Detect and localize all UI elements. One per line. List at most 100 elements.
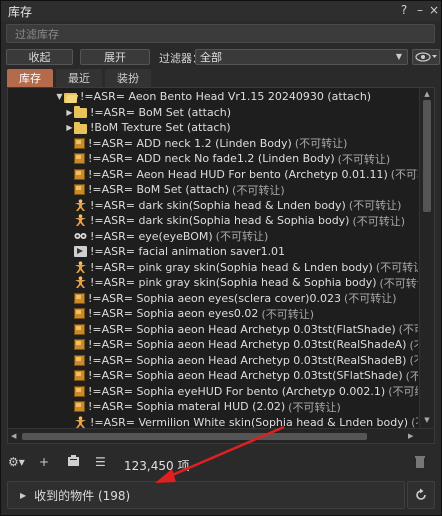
object-icon xyxy=(74,354,85,366)
tree-item[interactable]: !=ASR= dark skin(Sophia head & Lnden bod… xyxy=(8,198,418,213)
tree-item-label: !=ASR= ADD neck 1.2 (Linden Body) xyxy=(88,136,292,150)
collapse-triangle-icon[interactable]: ▼ xyxy=(55,92,64,101)
tree-item[interactable]: !=ASR= Sophia aeon Head Archetyp 0.03tst… xyxy=(8,368,418,383)
tree-item-label: !=ASR= BoM Set (attach) xyxy=(90,105,232,119)
body-part-icon xyxy=(74,415,87,429)
object-icon xyxy=(74,385,85,397)
permission-note: (不可转让) xyxy=(411,416,418,428)
view-options-button[interactable] xyxy=(412,49,440,65)
permission-note: (不可转让) xyxy=(261,307,315,321)
tree-item[interactable]: !=ASR= BoM Set (attach) (不可转让) xyxy=(8,182,418,197)
object-icon xyxy=(74,184,85,195)
inventory-tree-panel: ▼ !=ASR= Aeon Bento Head Vr1.15 20240930 … xyxy=(7,87,435,444)
tree-item-label: !=ASR= Sophia aeon eyes(sclera cover)0.0… xyxy=(88,291,341,305)
tree-item-label: !=ASR= Aeon Head HUD For bento (Archetyp… xyxy=(88,167,388,181)
tree-item-label: !=ASR= Sophia aeon Head Archetyp 0.03tst… xyxy=(88,369,403,382)
tree-item[interactable]: ▼ !=ASR= Aeon Bento Head Vr1.15 20240930 … xyxy=(8,89,418,104)
tree-item-label: !=ASR= BoM Set (attach) xyxy=(88,183,230,196)
refresh-button[interactable] xyxy=(407,481,435,509)
gear-menu-icon[interactable]: ⚙▾ xyxy=(8,455,25,469)
eyes-icon xyxy=(74,231,87,241)
folder-icon xyxy=(74,106,87,118)
inventory-tabs: 库存 最近 装扮 xyxy=(7,69,154,87)
vertical-scrollbar[interactable]: ▲ ▼ xyxy=(419,88,434,428)
scroll-up-icon[interactable]: ▲ xyxy=(422,90,432,98)
toolbar: 收起 展开 过滤器： 全部 ▼ xyxy=(1,48,441,68)
permission-note: (不可编辑) (不可转 xyxy=(388,385,418,398)
tree-item-label: !=ASR= Sophia materal HUD (2.02) xyxy=(88,400,286,413)
close-icon[interactable]: × xyxy=(427,3,441,17)
filter-dropdown[interactable]: 全部 ▼ xyxy=(195,49,408,65)
tree-item[interactable]: !=ASR= Sophia aeon eyes(sclera cover)0.0… xyxy=(8,291,418,306)
tree-item[interactable]: !=ASR= Sophia aeon Head Archetyp 0.03tst… xyxy=(8,337,418,352)
tree-item[interactable]: !=ASR= dark skin(Sophia head & Sophia bo… xyxy=(8,213,418,228)
tab-outfits[interactable]: 装扮 xyxy=(105,69,151,87)
inbox-icon[interactable] xyxy=(67,455,80,470)
tree-item[interactable]: !=ASR= ADD neck 1.2 (Linden Body) (不可转让) xyxy=(8,136,418,151)
tree-item[interactable]: !=ASR= Vermilion White skin(Sophia head … xyxy=(8,415,418,429)
minimize-icon[interactable]: – xyxy=(413,3,427,17)
object-icon xyxy=(74,308,85,319)
tree-item-label: !BoM Texture Set (attach) xyxy=(90,121,231,134)
tree-item[interactable]: !=ASR= pink gray skin(Sophia head & Soph… xyxy=(8,275,418,290)
tree-item[interactable]: !=ASR= pink gray skin(Sophia head & Lnde… xyxy=(8,260,418,275)
permission-note: (不可转让) xyxy=(375,261,418,274)
help-icon[interactable]: ? xyxy=(397,3,411,17)
tree-item-label: !=ASR= Vermilion White skin(Sophia head … xyxy=(90,415,409,429)
received-items-accordion[interactable]: ▶ 收到的物件 (198) xyxy=(7,481,405,509)
permission-note: (不可转让) xyxy=(343,292,397,305)
tree-item[interactable]: !=ASR= Sophia materal HUD (2.02) (不可转让) xyxy=(8,399,418,414)
tree-item[interactable]: !=ASR= Aeon Head HUD For bento (Archetyp… xyxy=(8,167,418,182)
tree-item[interactable]: !=ASR= Sophia aeon Head Archetyp 0.03tst… xyxy=(8,353,418,368)
tree-item-label: !=ASR= Sophia aeon Head Archetyp 0.03tst… xyxy=(88,338,407,351)
collapse-button[interactable]: 收起 xyxy=(6,49,73,65)
body-part-icon xyxy=(74,276,87,289)
trash-icon[interactable] xyxy=(414,455,426,471)
list-view-icon[interactable]: ☰ xyxy=(95,455,106,469)
expand-triangle-icon[interactable]: ▶ xyxy=(65,108,74,117)
tree-item-label: !=ASR= Sophia aeon Head Archetyp 0.03tst… xyxy=(88,322,396,336)
permission-note: (不可转让) xyxy=(337,152,391,166)
tree-item[interactable]: ▶ !=ASR= BoM Set (attach) xyxy=(8,105,418,120)
object-icon xyxy=(74,137,85,149)
tree-item-label: !=ASR= Sophia aeon Head Archetyp 0.03tst… xyxy=(88,353,407,367)
scroll-left-icon[interactable]: ◀ xyxy=(11,432,16,440)
animation-icon xyxy=(74,246,87,257)
tree-item[interactable]: !=ASR= ADD neck No fade1.2 (Linden Body)… xyxy=(8,151,418,166)
body-part-icon xyxy=(74,260,87,274)
permission-note: (不可转让) xyxy=(288,400,341,414)
object-icon xyxy=(74,401,85,412)
scroll-down-icon[interactable]: ▼ xyxy=(422,416,432,424)
tree-item[interactable]: ▶ !BoM Texture Set (attach) xyxy=(8,120,418,135)
expand-button[interactable]: 展开 xyxy=(80,49,150,65)
tree-item-label: !=ASR= eye(eyeBOM) xyxy=(90,229,213,243)
tree-item[interactable]: !=ASR= Sophia eyeHUD For bento (Archetyp… xyxy=(8,384,418,399)
tree-item-label: !=ASR= facial animation saver1.01 xyxy=(90,245,286,258)
tree-item[interactable]: !=ASR= Sophia aeon Head Archetyp 0.03tst… xyxy=(8,322,418,337)
search-input[interactable]: 过滤库存 xyxy=(6,24,435,43)
permission-note: (不可转让) xyxy=(232,183,285,197)
scroll-right-icon[interactable]: ▶ xyxy=(408,432,413,440)
permission-note: (不可转让) xyxy=(379,276,419,290)
tab-recent[interactable]: 最近 xyxy=(56,69,102,87)
horizontal-scrollbar[interactable]: ◀ ▶ xyxy=(8,428,434,443)
refresh-icon xyxy=(416,488,426,500)
body-part-icon xyxy=(74,198,87,212)
horizontal-scroll-thumb[interactable] xyxy=(22,433,367,440)
object-icon xyxy=(74,292,85,304)
tree-item-label: !=ASR= Aeon Bento Head Vr1.15 20240930 (… xyxy=(80,90,372,103)
tree-item-label: !=ASR= pink gray skin(Sophia head & Lnde… xyxy=(90,260,373,274)
expand-triangle-icon: ▶ xyxy=(20,490,27,500)
add-icon[interactable]: + xyxy=(39,455,49,469)
tree-item[interactable]: !=ASR= eye(eyeBOM) (不可转让) xyxy=(8,229,418,244)
tab-inventory[interactable]: 库存 xyxy=(7,69,53,87)
vertical-scroll-thumb[interactable] xyxy=(423,100,431,212)
tree-item[interactable]: !=ASR= facial animation saver1.01 xyxy=(8,244,418,259)
object-icon xyxy=(74,168,85,180)
permission-note: (不可转让) xyxy=(215,230,269,243)
bottom-toolbar: ⚙▾ + ☰ 123,450 项 xyxy=(1,451,441,475)
tree-item[interactable]: !=ASR= Sophia aeon eyes0.02 (不可转让) xyxy=(8,306,418,321)
title-bar[interactable]: 库存 ? – × xyxy=(1,1,441,21)
tree-item-label: !=ASR= Sophia aeon eyes0.02 xyxy=(88,307,259,320)
expand-triangle-icon[interactable]: ▶ xyxy=(65,123,74,132)
